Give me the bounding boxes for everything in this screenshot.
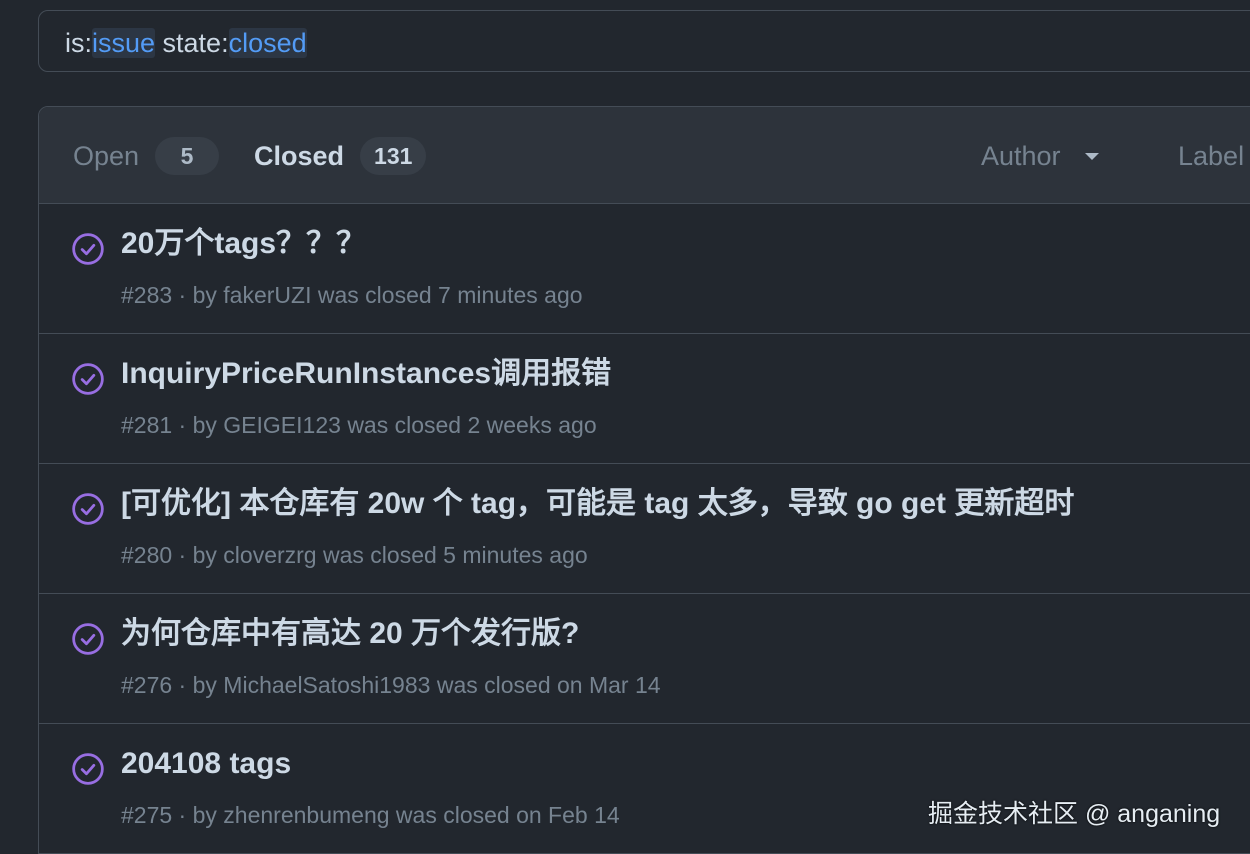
issue-meta: #280 · by cloverzrg was closed 5 minutes…: [121, 542, 588, 568]
closed-count-badge: 131: [360, 137, 427, 175]
issue-number: #276: [121, 672, 173, 698]
issue-number: #280: [121, 542, 173, 568]
issues-page: is:issue state:closed Open 5 Closed 131 …: [0, 0, 1250, 854]
issue-author-link[interactable]: GEIGEI123: [223, 412, 341, 438]
issue-closed-icon: [72, 753, 104, 785]
issues-list-box: Open 5 Closed 131 Author Label 20万个tags？…: [38, 106, 1250, 854]
issue-closed-text: was closed 7 minutes ago: [317, 282, 583, 308]
issue-meta: #281 · by GEIGEI123 was closed 2 weeks a…: [121, 412, 597, 438]
watermark-text: 掘金技术社区 @ anganing: [928, 800, 1221, 828]
label-filter-dropdown[interactable]: Label: [1178, 136, 1244, 176]
search-query[interactable]: is:issue state:closed: [65, 27, 307, 59]
issue-row: 为何仓库中有高达 20 万个发行版? #276 · by MichaelSato…: [39, 594, 1250, 724]
search-token-value: closed: [228, 28, 307, 58]
issue-author-link[interactable]: fakerUZI: [223, 282, 311, 308]
issue-row: InquiryPriceRunInstances调用报错 #281 · by G…: [39, 334, 1250, 464]
open-issues-tab[interactable]: Open 5: [73, 136, 220, 176]
open-count-badge: 5: [155, 137, 220, 175]
open-tab-label: Open: [73, 140, 140, 171]
issue-title-link[interactable]: 为何仓库中有高达 20 万个发行版?: [121, 614, 579, 654]
issue-row: 204108 tags #275 · by zhenrenbumeng was …: [39, 724, 1250, 854]
search-token-key: state:: [155, 28, 229, 58]
issue-title-link[interactable]: 204108 tags: [121, 744, 291, 784]
search-input[interactable]: is:issue state:closed: [38, 10, 1250, 72]
closed-tab-label: Closed: [254, 140, 345, 171]
issue-closed-icon: [72, 233, 104, 265]
issue-closed-text: was closed 2 weeks ago: [347, 412, 597, 438]
issue-row: 20万个tags？？？ #283 · by fakerUZI was close…: [39, 204, 1250, 334]
issue-number: #281: [121, 412, 173, 438]
issue-meta: #275 · by zhenrenbumeng was closed on Fe…: [121, 802, 620, 828]
issue-author-link[interactable]: cloverzrg: [223, 542, 316, 568]
closed-issues-tab[interactable]: Closed 131: [254, 136, 427, 176]
label-filter-label: Label: [1178, 140, 1245, 171]
author-filter-dropdown[interactable]: Author: [981, 136, 1099, 176]
search-token-key: is:: [65, 28, 92, 58]
issue-meta: #276 · by MichaelSatoshi1983 was closed …: [121, 672, 661, 698]
issue-closed-text: was closed on Mar 14: [436, 672, 661, 698]
issue-closed-text: was closed 5 minutes ago: [323, 542, 588, 568]
issue-title-link[interactable]: 20万个tags？？？: [121, 224, 366, 264]
issue-number: #283: [121, 282, 173, 308]
author-filter-label: Author: [981, 140, 1061, 171]
search-token-value: issue: [92, 28, 156, 58]
caret-down-icon: [1084, 152, 1099, 160]
issue-title-link[interactable]: [可优化] 本仓库有 20w 个 tag，可能是 tag 太多，导致 go ge…: [121, 484, 1074, 524]
issue-closed-text: was closed on Feb 14: [395, 802, 620, 828]
issue-title-link[interactable]: InquiryPriceRunInstances调用报错: [121, 354, 611, 394]
issue-row: [可优化] 本仓库有 20w 个 tag，可能是 tag 太多，导致 go ge…: [39, 464, 1250, 594]
issue-closed-icon: [72, 623, 104, 655]
issue-meta: #283 · by fakerUZI was closed 7 minutes …: [121, 282, 583, 308]
issue-author-link[interactable]: MichaelSatoshi1983: [223, 672, 430, 698]
issues-list-header: Open 5 Closed 131 Author Label: [39, 107, 1250, 204]
issue-number: #275: [121, 802, 173, 828]
issue-author-link[interactable]: zhenrenbumeng: [223, 802, 389, 828]
issue-list: 20万个tags？？？ #283 · by fakerUZI was close…: [39, 204, 1250, 854]
issue-closed-icon: [72, 493, 104, 525]
issue-closed-icon: [72, 363, 104, 395]
